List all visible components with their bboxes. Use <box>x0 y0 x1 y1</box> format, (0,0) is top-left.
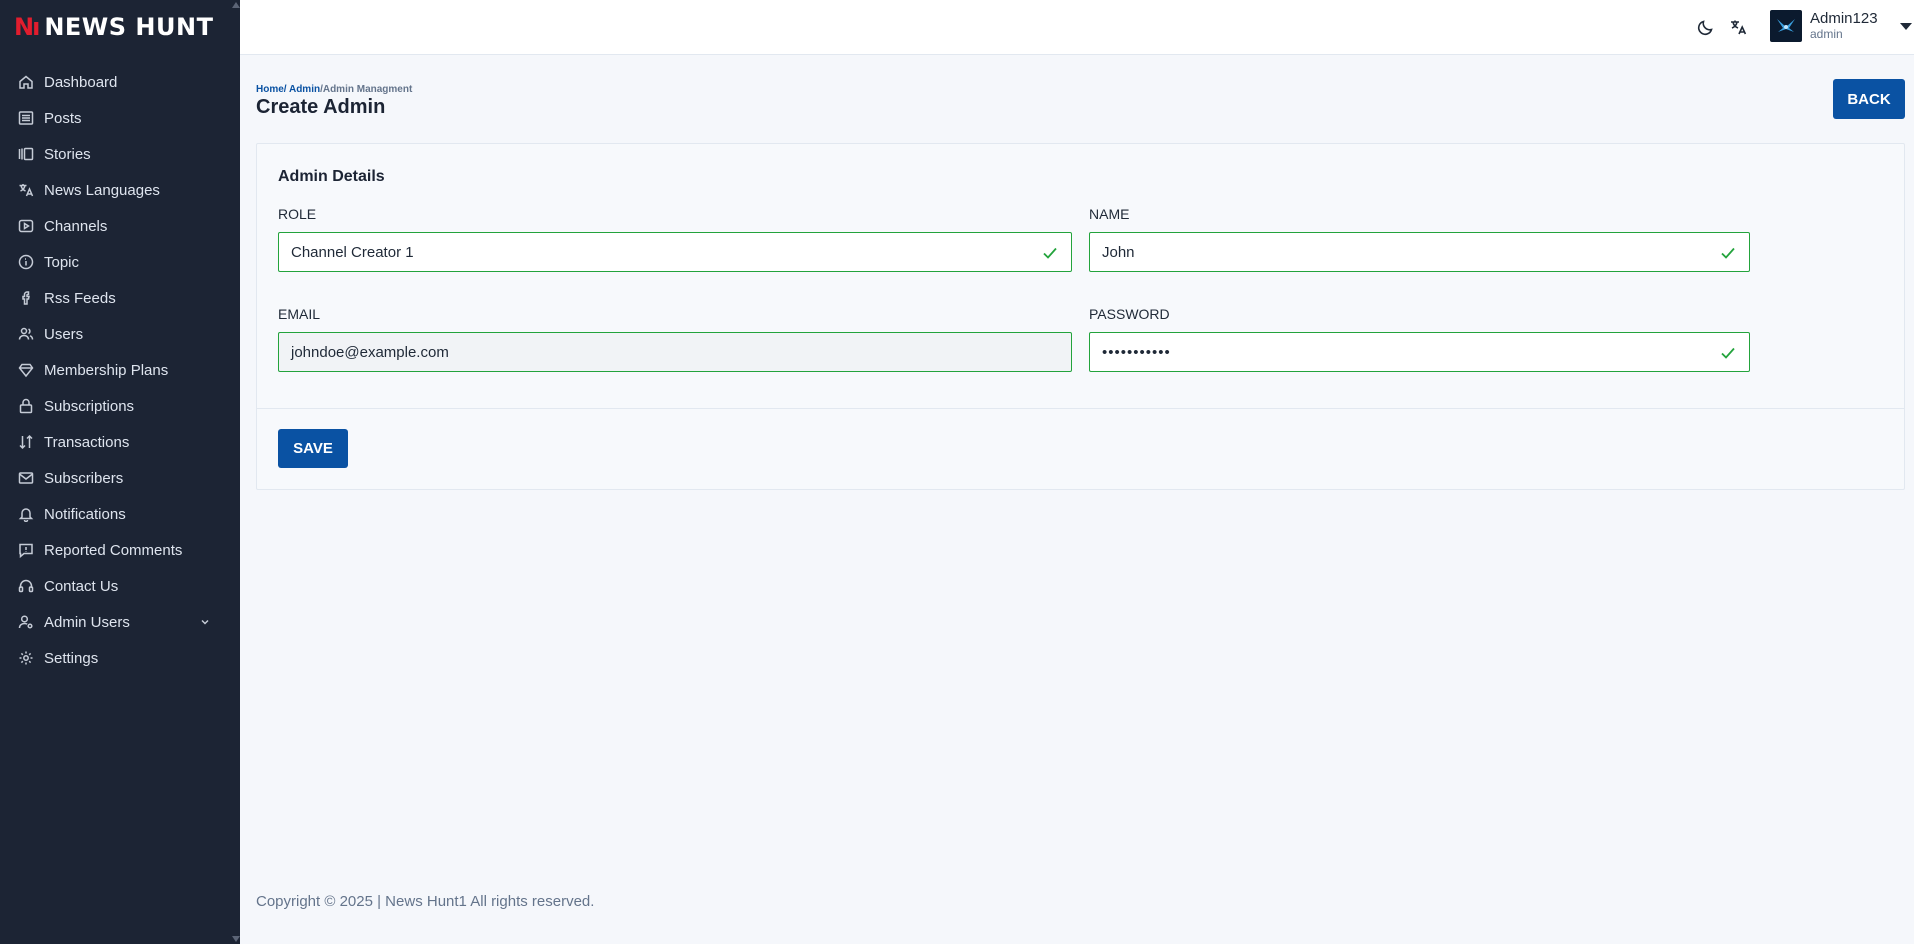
sidebar-item-label: Users <box>44 325 84 343</box>
check-icon <box>1719 344 1737 362</box>
sidebar-item-label: Admin Users <box>44 613 130 631</box>
avatar[interactable] <box>1770 10 1802 42</box>
sidebar-item-reported-comments[interactable]: Reported Comments <box>0 532 240 568</box>
sidebar-item-contact-us[interactable]: Contact Us <box>0 568 240 604</box>
list-icon <box>18 110 34 126</box>
sidebar-item-admin-users[interactable]: Admin Users <box>0 604 240 640</box>
password-field[interactable]: ••••••••••• <box>1089 332 1750 372</box>
comment-alert-icon <box>18 542 34 558</box>
info-icon <box>18 254 34 270</box>
breadcrumb-home-link[interactable]: Home/ <box>256 84 287 95</box>
sidebar-item-label: Channels <box>44 217 108 235</box>
chevron-down-icon[interactable] <box>200 614 210 631</box>
email-label: EMAIL <box>278 306 321 322</box>
card-title: Admin Details <box>278 168 385 185</box>
sidebar-item-label: Posts <box>44 109 82 127</box>
sidebar-item-label: Subscriptions <box>44 397 135 415</box>
sidebar-item-label: Topic <box>44 253 80 271</box>
sidebar-item-users[interactable]: Users <box>0 316 240 352</box>
name-label: NAME <box>1089 206 1130 222</box>
translate-icon <box>18 182 34 198</box>
scroll-down-arrow-icon[interactable] <box>232 936 240 942</box>
sidebar-item-label: Reported Comments <box>44 541 183 559</box>
play-icon <box>18 218 34 234</box>
role-value: Channel Creator 1 <box>291 243 414 261</box>
translate-icon[interactable] <box>1728 17 1748 37</box>
brand-logo[interactable]: Nı NEWS HUNT <box>0 0 240 54</box>
sidebar-item-settings[interactable]: Settings <box>0 640 240 676</box>
sidebar-item-label: Rss Feeds <box>44 289 116 307</box>
sidebar-item-subscribers[interactable]: Subscribers <box>0 460 240 496</box>
sidebar-item-label: Contact Us <box>44 577 119 595</box>
sidebar-item-transactions[interactable]: Transactions <box>0 424 240 460</box>
check-icon <box>1041 244 1059 262</box>
sidebar-item-label: Dashboard <box>44 73 118 91</box>
caret-down-icon[interactable] <box>1899 22 1912 30</box>
facebook-icon <box>18 290 34 306</box>
headset-icon <box>18 578 34 594</box>
breadcrumb-admin-link[interactable]: Admin <box>287 84 320 95</box>
transfer-icon <box>18 434 34 450</box>
name-value: John <box>1102 243 1135 261</box>
user-cog-icon <box>18 614 34 630</box>
avatar-image <box>1777 19 1795 32</box>
name-field[interactable]: John <box>1089 232 1750 272</box>
sidebar-item-subscriptions[interactable]: Subscriptions <box>0 388 240 424</box>
role-label: ROLE <box>278 206 317 222</box>
sidebar-item-label: Notifications <box>44 505 126 523</box>
moon-icon[interactable] <box>1696 17 1716 37</box>
sidebar-item-label: Settings <box>44 649 99 667</box>
user-info: Admin123 admin <box>1810 10 1878 41</box>
mail-icon <box>18 470 34 486</box>
card-divider <box>257 408 1904 409</box>
home-icon <box>18 74 34 90</box>
breadcrumb: Home/ Admin/Admin Managment <box>256 84 412 95</box>
sidebar-item-news-languages[interactable]: News Languages <box>0 172 240 208</box>
password-value: ••••••••••• <box>1102 343 1171 361</box>
sidebar-item-channels[interactable]: Channels <box>0 208 240 244</box>
footer-copyright: Copyright © 2025 | News Hunt1 All rights… <box>256 893 595 910</box>
brand-mark-icon: Nı <box>14 13 40 41</box>
email-value: johndoe@example.com <box>291 343 449 361</box>
gear-icon <box>18 650 34 666</box>
save-button[interactable]: SAVE <box>278 429 348 468</box>
password-label: PASSWORD <box>1089 306 1170 322</box>
sidebar-nav: Dashboard Posts Stories News Languages C… <box>0 64 240 676</box>
check-icon <box>1719 244 1737 262</box>
diamond-icon <box>18 362 34 378</box>
sidebar-item-stories[interactable]: Stories <box>0 136 240 172</box>
user-role: admin <box>1810 26 1843 41</box>
stories-icon <box>18 146 34 162</box>
sidebar-item-dashboard[interactable]: Dashboard <box>0 64 240 100</box>
breadcrumb-current: /Admin Managment <box>320 84 413 95</box>
sidebar-item-topic[interactable]: Topic <box>0 244 240 280</box>
top-header: Admin123 admin <box>240 0 1914 55</box>
user-name: Admin123 <box>1810 10 1878 28</box>
email-field[interactable]: johndoe@example.com <box>278 332 1072 372</box>
page-title: Create Admin <box>256 96 386 118</box>
sidebar-item-posts[interactable]: Posts <box>0 100 240 136</box>
role-select[interactable]: Channel Creator 1 <box>278 232 1072 272</box>
bell-icon <box>18 506 34 522</box>
lock-icon <box>18 398 34 414</box>
sidebar-item-label: Stories <box>44 145 91 163</box>
back-button[interactable]: BACK <box>1833 79 1905 119</box>
sidebar-item-rss-feeds[interactable]: Rss Feeds <box>0 280 240 316</box>
sidebar: Nı NEWS HUNT Dashboard Posts Stories New… <box>0 0 240 944</box>
user-menu[interactable]: Admin123 admin <box>1770 10 1912 42</box>
sidebar-scrollbar[interactable] <box>232 0 240 944</box>
admin-details-card: Admin Details ROLE Channel Creator 1 NAM… <box>256 143 1905 490</box>
sidebar-item-label: News Languages <box>44 181 160 199</box>
sidebar-item-membership-plans[interactable]: Membership Plans <box>0 352 240 388</box>
sidebar-item-label: Membership Plans <box>44 361 169 379</box>
sidebar-item-notifications[interactable]: Notifications <box>0 496 240 532</box>
brand-name: NEWS HUNT <box>44 13 214 41</box>
sidebar-item-label: Transactions <box>44 433 130 451</box>
sidebar-item-label: Subscribers <box>44 469 124 487</box>
users-icon <box>18 326 34 342</box>
scroll-up-arrow-icon[interactable] <box>232 2 240 8</box>
